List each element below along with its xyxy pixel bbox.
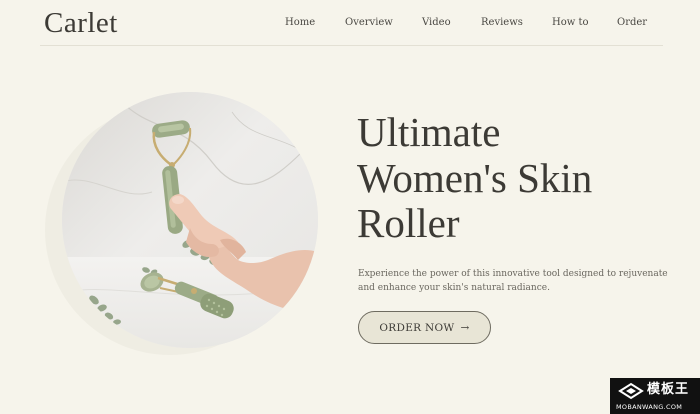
order-now-button[interactable]: ORDER NOW → — [358, 311, 491, 344]
hero-product-image — [62, 92, 318, 348]
watermark-name: 模板王 — [647, 382, 690, 397]
header-divider — [40, 45, 663, 46]
hero-title-line-1: Ultimate — [357, 109, 501, 155]
nav-home[interactable]: Home — [285, 17, 315, 29]
hero-title-line-3: Roller — [357, 200, 460, 246]
order-now-label: ORDER NOW — [379, 321, 455, 334]
nav-overview[interactable]: Overview — [345, 17, 393, 29]
jade-roller-illustration — [62, 92, 318, 348]
nav-how-to[interactable]: How to — [552, 17, 589, 29]
brand-logo[interactable]: Carlet — [44, 6, 118, 40]
nav-reviews[interactable]: Reviews — [481, 17, 523, 29]
hero-description-line-2: and enhance your skin's natural radiance… — [358, 283, 550, 293]
hero-title-line-2: Women's Skin — [357, 154, 593, 201]
watermark: 模板王 MOBANWANG.COM — [610, 378, 700, 414]
hero-description-line-1: Experience the power of this innovative … — [358, 269, 668, 279]
site-header: Carlet Home Overview Video Reviews How t… — [0, 0, 700, 46]
nav-order[interactable]: Order — [617, 17, 647, 29]
hero-title: Ultimate Women's Skin Roller — [357, 109, 687, 247]
watermark-url: MOBANWANG.COM — [616, 403, 683, 411]
arrow-right-icon: → — [460, 321, 470, 334]
watermark-logo-icon — [618, 382, 644, 400]
nav-video[interactable]: Video — [422, 17, 451, 29]
hero-description: Experience the power of this innovative … — [358, 267, 668, 295]
